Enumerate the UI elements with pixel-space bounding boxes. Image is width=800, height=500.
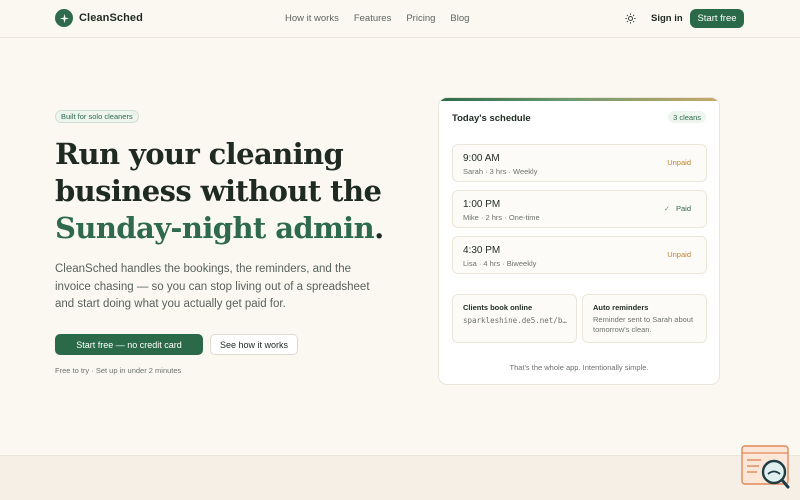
feature-title: Auto reminders <box>593 303 649 312</box>
feature-auto-reminders: Auto reminders Reminder sent to Sarah ab… <box>582 294 707 343</box>
payment-status: Unpaid <box>667 250 691 259</box>
theme-toggle-sun-icon[interactable] <box>624 12 637 25</box>
floating-search-widget-icon[interactable] <box>741 444 791 490</box>
headline-accent: Sunday-night admin <box>55 211 375 245</box>
appointment-time: 1:00 PM <box>463 199 501 210</box>
sign-in-link[interactable]: Sign in <box>651 13 683 24</box>
appointment-meta: Sarah · 3 hrs · Weekly <box>463 167 538 176</box>
payment-status-label: Paid <box>675 204 691 213</box>
appointment-row[interactable]: 4:30 PM Lisa · 4 hrs · Biweekly Unpaid <box>452 236 707 274</box>
headline-period: . <box>374 211 384 245</box>
appointment-time: 9:00 AM <box>463 153 500 164</box>
feature-title: Clients book online <box>463 303 533 312</box>
nav-link-how-it-works[interactable]: How it works <box>285 13 339 24</box>
hero-lead: CleanSched handles the bookings, the rem… <box>55 263 370 310</box>
nav-link-features[interactable]: Features <box>354 13 392 24</box>
hero-headline: Run your cleaning business without the S… <box>55 136 395 247</box>
check-icon: ✓ <box>663 204 670 213</box>
appointment-time: 4:30 PM <box>463 245 501 256</box>
brand-name: CleanSched <box>79 12 143 24</box>
hero-fine-print: Free to try · Set up in under 2 minutes <box>55 366 182 375</box>
appointment-meta: Lisa · 4 hrs · Biweekly <box>463 259 537 268</box>
headline-line-2: business without the <box>55 174 382 208</box>
payment-status: Unpaid <box>667 158 691 167</box>
appointment-meta: Mike · 2 hrs · One-time <box>463 213 540 222</box>
card-accent-bar <box>439 98 719 101</box>
appointment-row[interactable]: 9:00 AM Sarah · 3 hrs · Weekly Unpaid <box>452 144 707 182</box>
next-section-band <box>0 455 800 500</box>
appointment-row[interactable]: 1:00 PM Mike · 2 hrs · One-time ✓ Paid <box>452 190 707 228</box>
clean-count-badge: 3 cleans <box>668 111 706 123</box>
payment-status-paid: ✓ Paid <box>664 204 691 213</box>
audience-badge: Built for solo cleaners <box>55 110 139 123</box>
nav-links: How it works Features Pricing Blog <box>285 13 469 24</box>
schedule-title: Today's schedule <box>452 113 531 124</box>
start-free-button[interactable]: Start free — no credit card <box>55 334 203 355</box>
top-nav: CleanSched How it works Features Pricing… <box>0 0 800 38</box>
brand-logo[interactable]: CleanSched <box>55 9 143 27</box>
sparkle-logo-icon <box>55 9 73 27</box>
nav-start-free-button[interactable]: Start free <box>690 9 744 28</box>
see-how-it-works-button[interactable]: See how it works <box>210 334 298 355</box>
feature-text: Reminder sent to Sarah about tomorrow's … <box>593 315 694 334</box>
feature-online-booking: Clients book online sparkleshine.de5.net… <box>452 294 577 343</box>
card-footer-note: That's the whole app. Intentionally simp… <box>509 363 649 372</box>
booking-link[interactable]: sparkleshine.de5.net/book <box>463 316 569 325</box>
nav-link-pricing[interactable]: Pricing <box>406 13 435 24</box>
headline-line-1: Run your cleaning <box>55 137 344 171</box>
schedule-card: Today's schedule 3 cleans 9:00 AM Sarah … <box>438 97 720 385</box>
nav-link-blog[interactable]: Blog <box>450 13 469 24</box>
